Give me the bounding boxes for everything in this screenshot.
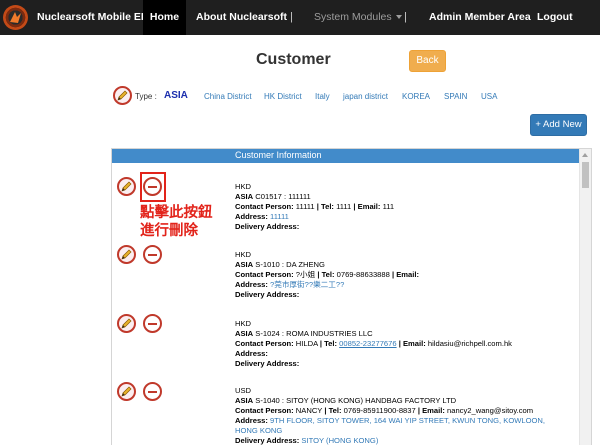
brand-logo-icon[interactable] xyxy=(3,5,28,30)
email-label: | Email: xyxy=(398,339,426,348)
contact-label: Contact Person: xyxy=(235,202,294,211)
record-region: ASIA xyxy=(235,329,254,338)
table-header-title: Customer Information xyxy=(235,150,322,160)
nav-separator: | xyxy=(404,11,407,23)
record-contact: NANCY xyxy=(295,406,323,415)
record-code: S-1040 : SITOY (HONG KONG) HANDBAG FACTO… xyxy=(255,396,457,405)
annotation-line-1: 點擊此按鈕 xyxy=(140,205,213,221)
record-contact: HILDA xyxy=(295,339,318,348)
table-row: HKD ASIA S-1024 : ROMA INDUSTRIES LLC Co… xyxy=(235,319,512,369)
nav-admin-member-area[interactable]: Admin Member Area xyxy=(429,0,531,35)
record-currency: USD xyxy=(235,386,252,395)
record-contact: 11111 xyxy=(295,202,315,211)
nav-home[interactable]: Home xyxy=(143,0,186,35)
edit-pencil-icon[interactable] xyxy=(117,382,136,401)
tel-label: | Tel: xyxy=(317,270,335,279)
email-label: | Email: xyxy=(417,406,445,415)
table-row: HKD ASIA C01517 : 111111 Contact Person:… xyxy=(235,182,394,232)
email-label: | Email: xyxy=(391,270,419,279)
nav-system-modules-label: System Modules xyxy=(314,11,392,23)
record-currency: HKD xyxy=(235,319,252,328)
record-email: 111 xyxy=(382,202,395,211)
edit-type-pencil-icon[interactable] xyxy=(113,86,132,105)
type-japan-district[interactable]: japan district xyxy=(343,92,388,101)
type-asia-active[interactable]: ASIA xyxy=(164,90,188,101)
delivery-label: Delivery Address: xyxy=(235,290,300,299)
record-tel: 0769-88633888 xyxy=(336,270,390,279)
type-label: Type : xyxy=(135,92,157,101)
scroll-thumb[interactable] xyxy=(582,162,589,188)
contact-label: Contact Person: xyxy=(235,270,294,279)
scroll-up-arrow-icon[interactable] xyxy=(582,153,588,157)
nav-about[interactable]: About Nuclearsoft xyxy=(196,0,287,35)
type-hk-district[interactable]: HK District xyxy=(264,92,302,101)
edit-pencil-icon[interactable] xyxy=(117,314,136,333)
address-label: Address: xyxy=(235,349,268,358)
record-region: ASIA xyxy=(235,192,254,201)
tel-label: | Tel: xyxy=(319,339,338,348)
tel-label: | Tel: xyxy=(324,406,342,415)
table-row: HKD ASIA S-1010 : DA ZHENG Contact Perso… xyxy=(235,250,419,300)
contact-label: Contact Person: xyxy=(235,406,294,415)
record-contact: ?小姐 xyxy=(295,270,316,279)
tel-label: | Tel: xyxy=(316,202,334,211)
address-label: Address: xyxy=(235,416,268,425)
back-button[interactable]: Back xyxy=(409,50,446,72)
table-header: Customer Information xyxy=(112,149,579,163)
add-new-button[interactable]: + Add New xyxy=(530,114,587,136)
highlight-box xyxy=(140,172,166,202)
delivery-label: Delivery Address: xyxy=(235,359,300,368)
record-tel: 0769-85911900-8837 xyxy=(343,406,416,415)
delete-minus-icon[interactable] xyxy=(143,245,162,264)
brand-name[interactable]: Nuclearsoft Mobile ERP xyxy=(37,11,155,23)
edit-pencil-icon[interactable] xyxy=(117,177,136,196)
record-delivery-link[interactable]: SITOY (HONG KONG) xyxy=(301,436,378,445)
delivery-label: Delivery Address: xyxy=(235,436,300,445)
address-label: Address: xyxy=(235,280,268,289)
nav-separator: | xyxy=(290,11,293,23)
email-label: | Email: xyxy=(353,202,381,211)
record-tel: 1111 xyxy=(336,202,352,211)
record-region: ASIA xyxy=(235,396,254,405)
table-row: USD ASIA S-1040 : SITOY (HONG KONG) HAND… xyxy=(235,386,545,445)
caret-down-icon xyxy=(395,15,402,20)
record-tel-link[interactable]: 00852-23277676 xyxy=(339,339,396,348)
nav-logout[interactable]: Logout xyxy=(537,0,573,35)
contact-label: Contact Person: xyxy=(235,339,294,348)
vertical-scrollbar[interactable] xyxy=(579,149,591,445)
record-code: S-1024 : ROMA INDUSTRIES LLC xyxy=(255,329,373,338)
record-address-link-cont[interactable]: HONG KONG xyxy=(235,426,282,435)
record-region: ASIA xyxy=(235,260,254,269)
edit-pencil-icon[interactable] xyxy=(117,245,136,264)
record-email: nancy2_wang@sitoy.com xyxy=(447,406,534,415)
annotation-line-2: 進行刪除 xyxy=(140,223,198,239)
record-code: S-1010 : DA ZHENG xyxy=(255,260,325,269)
type-china-district[interactable]: China District xyxy=(204,92,252,101)
nav-system-modules[interactable]: System Modules xyxy=(314,0,402,35)
page-title: Customer xyxy=(256,51,331,68)
record-currency: HKD xyxy=(235,250,252,259)
record-address-link[interactable]: 9TH FLOOR, SITOY TOWER, 164 WAI YIP STRE… xyxy=(270,416,545,425)
record-email: hildasiu@richpell.com.hk xyxy=(427,339,512,348)
record-address-link[interactable]: ?莞市厚街??樂二工?? xyxy=(270,280,344,289)
record-code: C01517 : 111111 xyxy=(255,192,311,201)
record-address-link[interactable]: 11111 xyxy=(270,212,289,221)
type-italy[interactable]: Italy xyxy=(315,92,330,101)
top-navbar: Nuclearsoft Mobile ERP Home About Nuclea… xyxy=(0,0,600,35)
type-spain[interactable]: SPAIN xyxy=(444,92,467,101)
delete-minus-icon[interactable] xyxy=(143,314,162,333)
customer-table: Customer Information HKD ASIA C01517 : 1… xyxy=(111,148,592,445)
record-currency: HKD xyxy=(235,182,252,191)
type-usa[interactable]: USA xyxy=(481,92,497,101)
delete-minus-icon[interactable] xyxy=(143,382,162,401)
delivery-label: Delivery Address: xyxy=(235,222,300,231)
address-label: Address: xyxy=(235,212,268,221)
type-korea[interactable]: KOREA xyxy=(402,92,430,101)
